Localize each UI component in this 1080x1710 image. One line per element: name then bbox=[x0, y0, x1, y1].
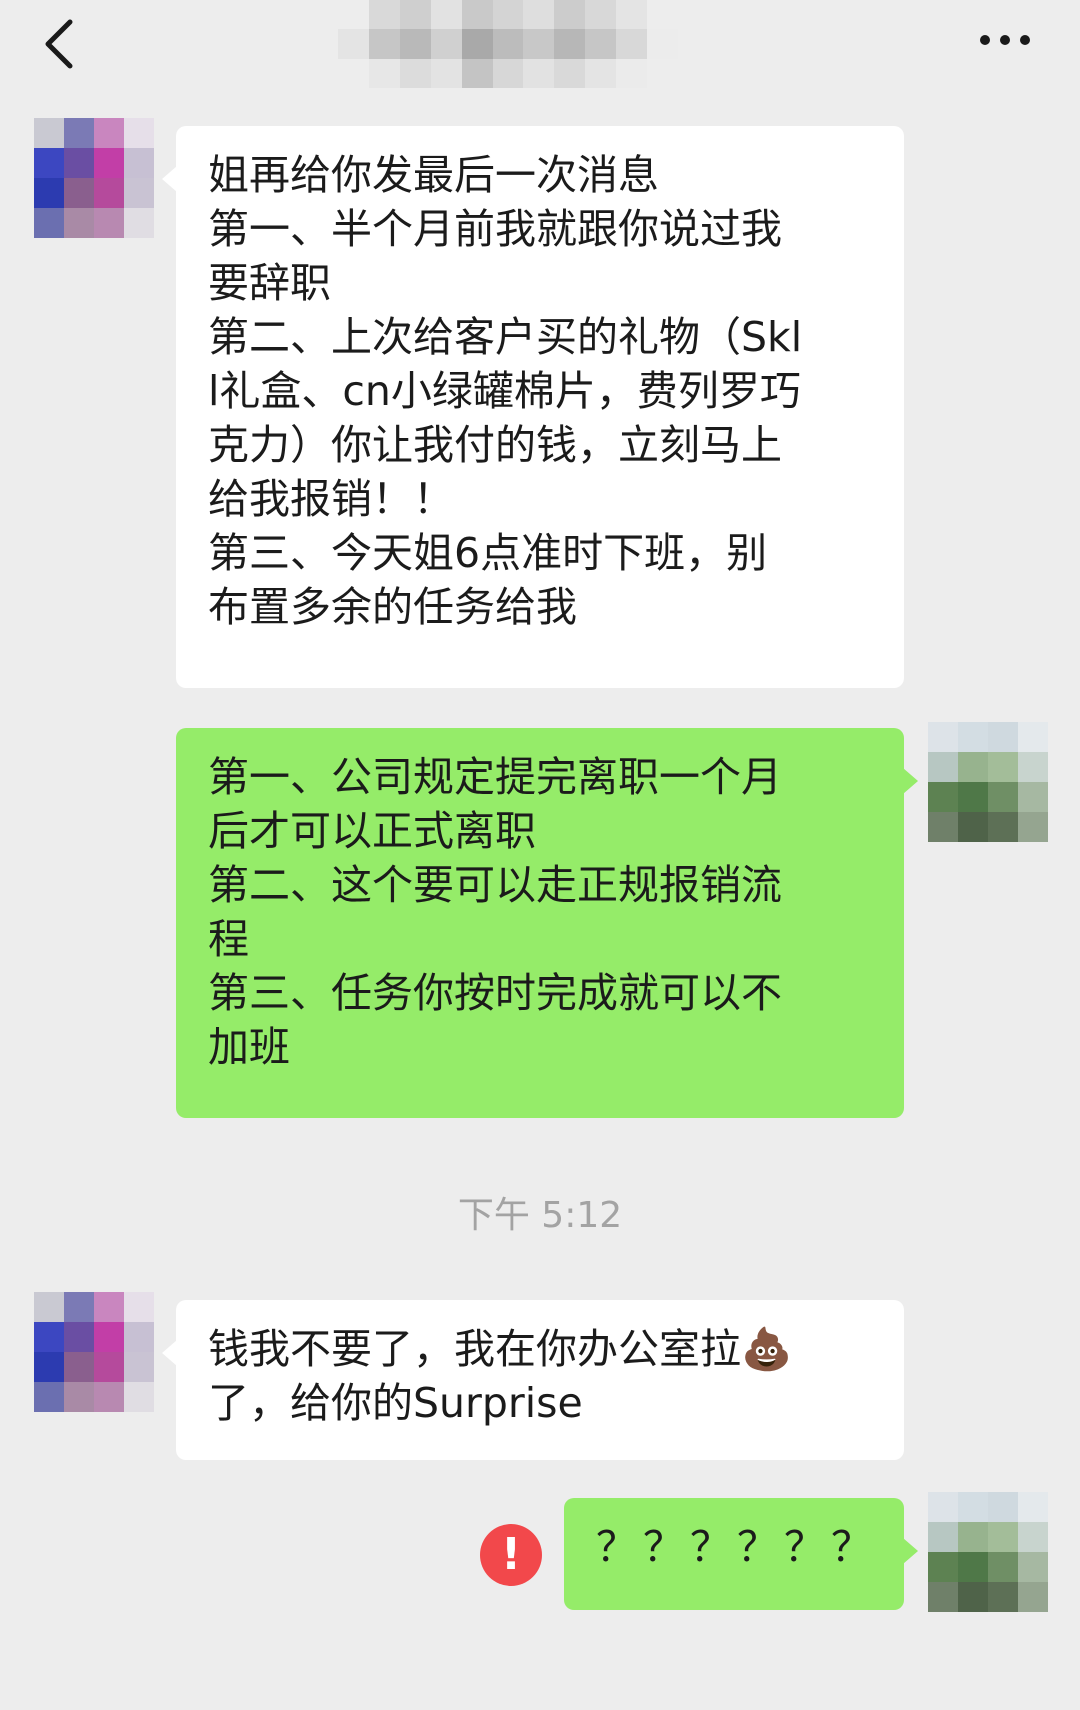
message-timestamp: 下午 5:12 bbox=[457, 1195, 623, 1236]
message-line: 第二、这个要可以走正规报销流 bbox=[208, 861, 782, 909]
avatar-self[interactable] bbox=[928, 1492, 1048, 1612]
message-bubble-incoming[interactable]: 钱我不要了，我在你办公室拉💩 了，给你的Surprise bbox=[162, 1300, 904, 1460]
message-line: 程 bbox=[208, 915, 249, 963]
message-line: ？？？？？？ bbox=[596, 1523, 878, 1571]
more-dots-icon bbox=[980, 35, 1030, 45]
message-line: 姐再给你发最后一次消息 bbox=[208, 151, 659, 199]
message-line: 第一、公司规定提完离职一个月 bbox=[208, 753, 782, 801]
message-line: 布置多余的任务给我 bbox=[208, 583, 577, 631]
message-line: 钱我不要了，我在你办公室拉💩 bbox=[208, 1325, 793, 1373]
message-line: 克力）你让我付的钱，立刻马上 bbox=[208, 421, 782, 469]
avatar-contact[interactable] bbox=[34, 1292, 154, 1412]
message-line: 给我报销！！ bbox=[208, 475, 454, 523]
more-button[interactable] bbox=[965, 18, 1045, 62]
chat-title-blurred bbox=[338, 0, 678, 88]
message-line: l礼盒、cn小绿罐棉片，费列罗巧 bbox=[208, 367, 801, 415]
message-bubble-outgoing[interactable]: 第一、公司规定提完离职一个月 后才可以正式离职 第二、这个要可以走正规报销流 程… bbox=[176, 728, 918, 1118]
message-line: 第三、任务你按时完成就可以不 bbox=[208, 969, 782, 1017]
message-line: 第三、今天姐6点准时下班，别 bbox=[208, 529, 768, 577]
avatar-contact[interactable] bbox=[34, 118, 154, 238]
send-failed-icon[interactable]: ! bbox=[480, 1524, 542, 1586]
message-line: 第一、半个月前我就跟你说过我 bbox=[208, 205, 782, 253]
message-bubble-outgoing[interactable]: ？？？？？？ bbox=[564, 1498, 918, 1610]
message-line: 后才可以正式离职 bbox=[208, 807, 536, 855]
message-line: 加班 bbox=[208, 1023, 290, 1071]
avatar-self[interactable] bbox=[928, 722, 1048, 842]
chevron-left-icon bbox=[45, 19, 73, 69]
message-line: 了，给你的Surprise bbox=[208, 1379, 583, 1427]
chat-header bbox=[0, 0, 1080, 92]
back-button[interactable] bbox=[30, 8, 90, 80]
message-line: 第二、上次给客户买的礼物（Skl bbox=[208, 313, 803, 361]
message-line: 要辞职 bbox=[208, 259, 331, 307]
message-bubble-incoming[interactable]: 姐再给你发最后一次消息 第一、半个月前我就跟你说过我 要辞职 第二、上次给客户买… bbox=[162, 126, 904, 688]
